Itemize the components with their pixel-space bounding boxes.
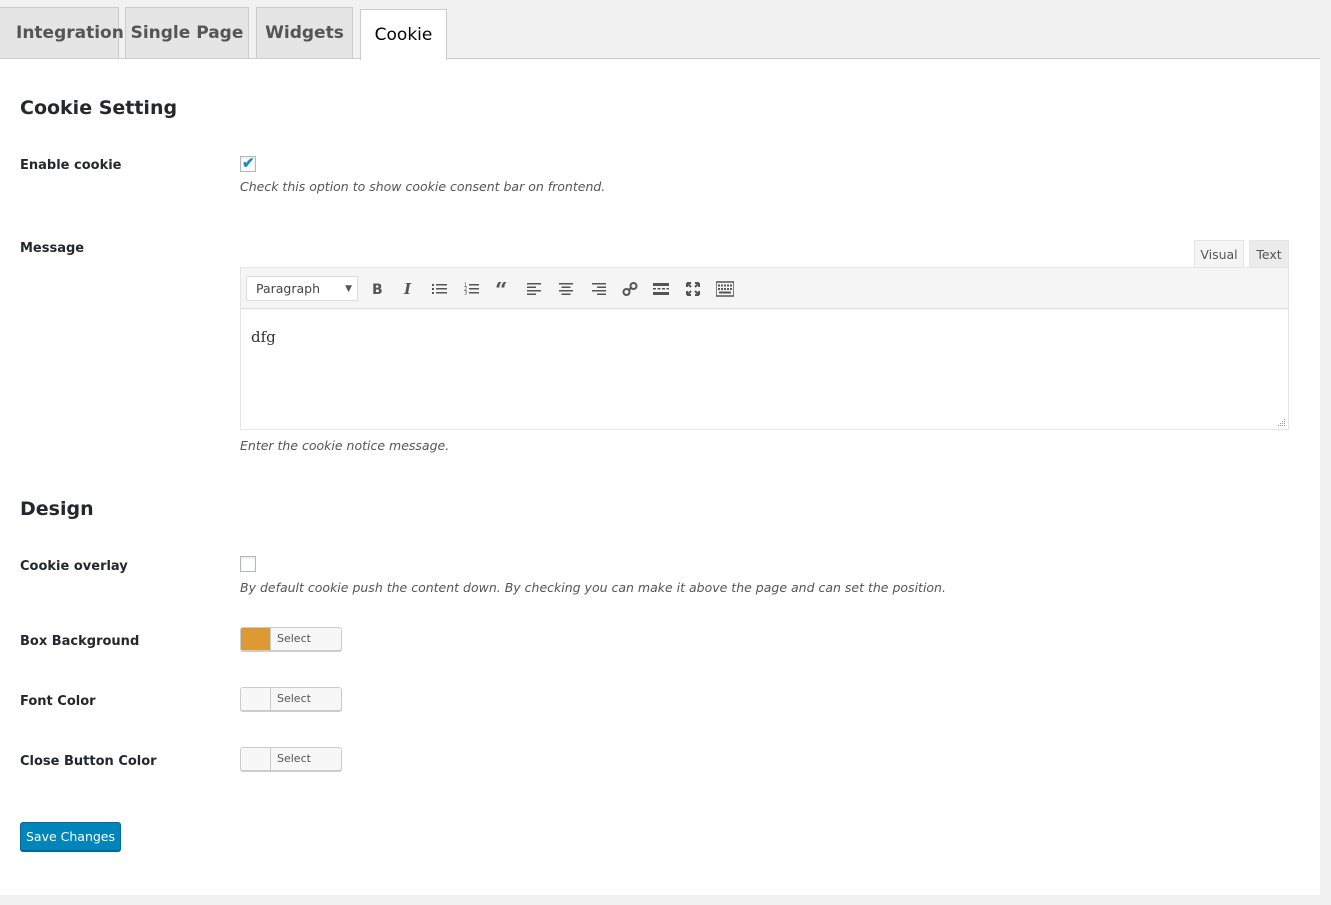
select-color-label: Select Color: [277, 752, 311, 765]
cookie-overlay-label: Cookie overlay: [20, 559, 128, 574]
tab-widgets[interactable]: Widgets: [256, 7, 353, 58]
enable-cookie-checkbox[interactable]: ✔: [240, 155, 256, 172]
enable-cookie-description: Check this option to show cookie consent…: [240, 179, 606, 194]
svg-text:I: I: [403, 282, 412, 296]
settings-tabs: Integration Single Page Widgets Cookie: [0, 0, 1331, 60]
align-left-icon[interactable]: [524, 278, 546, 300]
design-heading: Design: [20, 498, 94, 520]
align-center-icon[interactable]: [555, 278, 577, 300]
font-color-button[interactable]: Select Color: [240, 687, 342, 711]
editor-tab-visual[interactable]: Visual: [1194, 240, 1244, 268]
box-background-label: Box Background: [20, 634, 140, 649]
blockquote-icon[interactable]: “: [492, 278, 514, 300]
message-label: Message: [20, 241, 85, 256]
read-more-icon[interactable]: [650, 278, 672, 300]
bullet-list-icon[interactable]: [429, 278, 451, 300]
color-swatch: [241, 748, 271, 770]
resize-handle-icon[interactable]: [1276, 417, 1286, 427]
select-color-label: Select Color: [277, 692, 311, 705]
svg-text:3: 3: [464, 291, 467, 297]
numbered-list-icon[interactable]: 1 2 3: [461, 278, 483, 300]
message-editor[interactable]: Paragraph ▼ B I 1 2 3 “ dfg: [240, 267, 1289, 430]
select-color-label: Select Color: [277, 632, 311, 645]
svg-text:“: “: [495, 282, 508, 296]
cookie-overlay-checkbox[interactable]: [240, 556, 256, 572]
checkmark-icon: ✔: [242, 155, 255, 172]
align-right-icon[interactable]: [587, 278, 609, 300]
editor-tab-text[interactable]: Text: [1249, 240, 1289, 268]
save-changes-button[interactable]: Save Changes: [20, 822, 121, 851]
tab-cookie[interactable]: Cookie: [360, 9, 447, 60]
editor-content[interactable]: dfg: [251, 328, 276, 346]
color-swatch: [241, 628, 271, 650]
italic-icon[interactable]: I: [397, 278, 419, 300]
settings-panel: [0, 58, 1320, 895]
format-select-value: Paragraph: [256, 281, 321, 296]
box-background-color-button[interactable]: Select Color: [240, 627, 342, 651]
link-icon[interactable]: [619, 278, 641, 300]
font-color-label: Font Color: [20, 694, 96, 709]
tab-integration[interactable]: Integration: [0, 7, 124, 58]
editor-toolbar: Paragraph ▼ B I 1 2 3 “: [241, 268, 1288, 309]
close-button-color-label: Close Button Color: [20, 754, 157, 769]
enable-cookie-label: Enable cookie: [20, 158, 122, 173]
bold-icon[interactable]: B: [366, 278, 388, 300]
toolbar-toggle-icon[interactable]: [714, 278, 736, 300]
tab-single-page[interactable]: Single Page: [125, 7, 249, 58]
color-swatch: [241, 688, 271, 710]
dropdown-arrow-icon: ▼: [345, 284, 352, 294]
cookie-setting-heading: Cookie Setting: [20, 97, 178, 119]
format-select[interactable]: Paragraph ▼: [246, 276, 358, 301]
cookie-overlay-description: By default cookie push the content down.…: [240, 580, 946, 595]
message-description: Enter the cookie notice message.: [240, 438, 450, 453]
fullscreen-icon[interactable]: [682, 278, 704, 300]
svg-text:B: B: [372, 282, 383, 296]
close-button-color-button[interactable]: Select Color: [240, 747, 342, 771]
